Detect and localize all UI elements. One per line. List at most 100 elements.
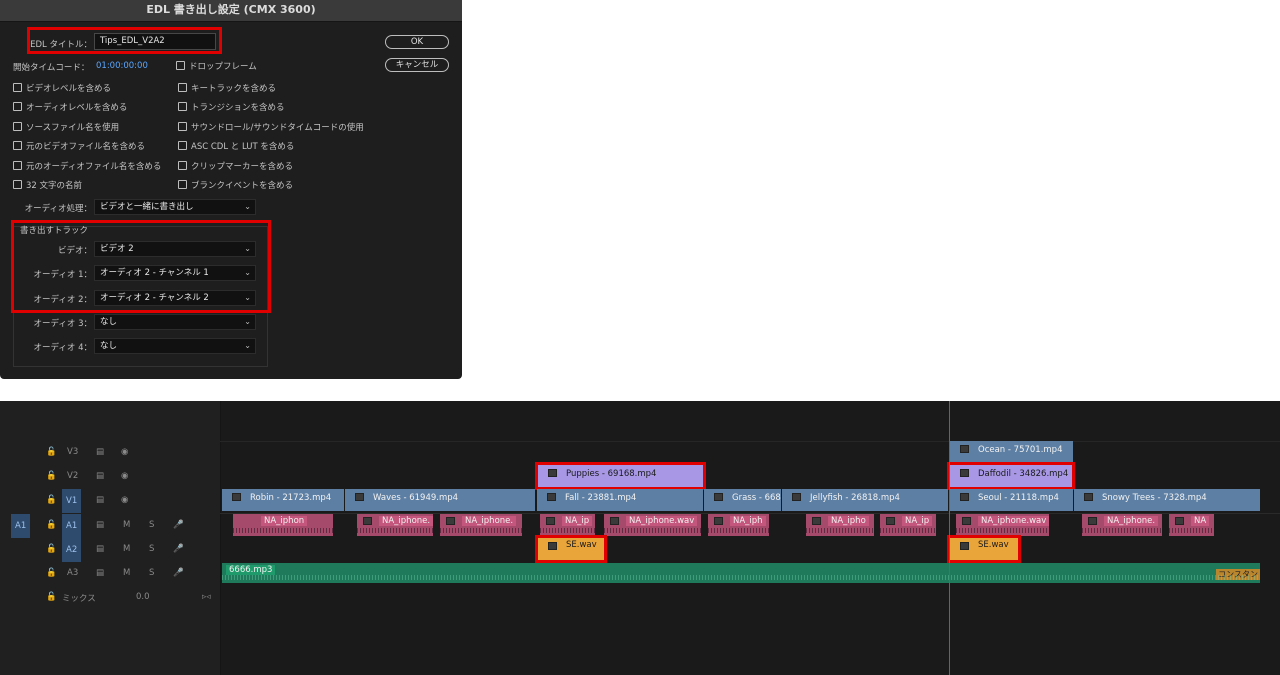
clip-na-iphone-wav[interactable]: NA_iphone.wav [604, 514, 701, 536]
cancel-button[interactable]: キャンセル [385, 58, 449, 72]
clip-na-iphone[interactable]: NA_iphone. [357, 514, 433, 536]
clip-na-iphone[interactable]: NA [1169, 514, 1214, 536]
sync-lock-icon[interactable]: ▤ [96, 447, 104, 457]
clip-na-iphone[interactable]: NA_ip [880, 514, 936, 536]
eye-icon[interactable]: ◉ [121, 495, 128, 505]
clip-fx-icon [363, 517, 372, 525]
clip-na-iphone[interactable]: NA_iph [708, 514, 769, 536]
orig-audio-name-checkbox[interactable] [13, 161, 22, 170]
sync-lock-icon[interactable]: ▤ [96, 495, 104, 505]
audio4-track-select[interactable]: なし ⌄ [94, 338, 256, 354]
orig-video-name-checkbox[interactable] [13, 141, 22, 150]
audio2-track-select[interactable]: オーディオ 2 - チャンネル 2 ⌄ [94, 290, 256, 306]
audio-processing-select[interactable]: ビデオと一緒に書き出し ⌄ [94, 199, 256, 215]
solo-button[interactable]: S [149, 544, 154, 554]
solo-button[interactable]: S [149, 520, 154, 530]
eye-icon[interactable]: ◉ [121, 471, 128, 481]
mix-value[interactable]: 0.0 [136, 592, 150, 602]
clip-name: NA_iph [730, 516, 766, 526]
clip-waves[interactable]: Waves - 61949.mp4 [345, 489, 535, 511]
start-timecode-value[interactable]: 01:00:00:00 [96, 61, 148, 71]
lock-icon[interactable]: 🔓 [46, 592, 57, 602]
source-file-name-label: ソースファイル名を使用 [26, 123, 120, 133]
key-track-label: キートラックを含める [191, 84, 277, 94]
eye-icon[interactable]: ◉ [121, 447, 128, 457]
source-patch-a1[interactable]: A1 [11, 514, 31, 538]
go-to-end-icon[interactable]: ▹◃ [202, 592, 211, 602]
clip-fx-icon [610, 517, 619, 525]
track-label-a3[interactable]: A3 [67, 568, 78, 578]
blank-events-checkbox[interactable] [178, 180, 187, 189]
track-label-a1[interactable]: A1 [62, 514, 82, 538]
video-levels-checkbox[interactable] [13, 83, 22, 92]
drop-frame-checkbox[interactable] [176, 61, 185, 70]
audio4-track-label: オーディオ 4： [33, 343, 92, 353]
lock-icon[interactable]: 🔓 [46, 447, 57, 457]
edl-title-input[interactable]: Tips_EDL_V2A2 [94, 33, 216, 50]
track-label-v2[interactable]: V2 [67, 471, 78, 481]
clip-fall[interactable]: Fall - 23881.mp4 [537, 489, 703, 511]
clip-markers-checkbox[interactable] [178, 161, 187, 170]
track-label-v1[interactable]: V1 [62, 489, 82, 513]
clip-na-iphone[interactable]: NA_iphone. [440, 514, 522, 536]
audio-levels-checkbox[interactable] [13, 102, 22, 111]
clip-music[interactable]: 6666.mp3 コンスタン [222, 563, 1260, 583]
lock-icon[interactable]: 🔓 [46, 495, 57, 505]
sync-lock-icon[interactable]: ▤ [96, 520, 104, 530]
track-header-a3: 🔓 A3 ▤ M S 🎤 [0, 562, 220, 586]
highlight-daffodil [947, 462, 1075, 490]
clip-seoul[interactable]: Seoul - 21118.mp4 [950, 489, 1073, 511]
lock-icon[interactable]: 🔓 [46, 520, 57, 530]
track-label-a2[interactable]: A2 [62, 538, 82, 562]
transitions-checkbox[interactable] [178, 102, 187, 111]
lock-icon[interactable]: 🔓 [46, 568, 57, 578]
clip-grass[interactable]: Grass - 668 [704, 489, 781, 511]
track-label-v3[interactable]: V3 [67, 447, 78, 457]
clip-snowy-trees[interactable]: Snowy Trees - 7328.mp4 [1074, 489, 1260, 511]
lock-icon[interactable]: 🔓 [46, 544, 57, 554]
sync-lock-icon[interactable]: ▤ [96, 544, 104, 554]
key-track-checkbox[interactable] [178, 83, 187, 92]
name-32-checkbox[interactable] [13, 180, 22, 189]
clip-robin[interactable]: Robin - 21723.mp4 [222, 489, 344, 511]
playhead[interactable] [949, 401, 950, 675]
video-track-value: ビデオ 2 [100, 244, 134, 254]
microphone-icon[interactable]: 🎤 [173, 544, 184, 554]
chevron-down-icon: ⌄ [244, 317, 251, 326]
audio1-track-select[interactable]: オーディオ 2 - チャンネル 1 ⌄ [94, 265, 256, 281]
video-track-label: ビデオ： [57, 246, 92, 256]
sound-roll-checkbox[interactable] [178, 122, 187, 131]
clip-na-iphone[interactable]: NA_iphone. [1082, 514, 1162, 536]
sync-lock-icon[interactable]: ▤ [96, 471, 104, 481]
clip-name: Waves - 61949.mp4 [373, 493, 459, 503]
microphone-icon[interactable]: 🎤 [173, 568, 184, 578]
track-header-v3: 🔓 V3 ▤ ◉ [0, 441, 220, 465]
mute-button[interactable]: M [123, 520, 130, 530]
clip-fx-icon [546, 517, 555, 525]
ok-button[interactable]: OK [385, 35, 449, 49]
mute-button[interactable]: M [123, 568, 130, 578]
clip-ocean[interactable]: Ocean - 75701.mp4 [950, 441, 1073, 463]
asc-cdl-checkbox[interactable] [178, 141, 187, 150]
sync-lock-icon[interactable]: ▤ [96, 568, 104, 578]
export-tracks-label: 書き出すトラック [20, 226, 89, 236]
audio2-track-value: オーディオ 2 - チャンネル 2 [100, 293, 209, 303]
clip-fx-icon [1088, 517, 1097, 525]
clip-jellyfish[interactable]: Jellyfish - 26818.mp4 [782, 489, 948, 511]
video-track-select[interactable]: ビデオ 2 ⌄ [94, 241, 256, 257]
audio3-track-select[interactable]: なし ⌄ [94, 314, 256, 330]
solo-button[interactable]: S [149, 568, 154, 578]
mute-button[interactable]: M [123, 544, 130, 554]
microphone-icon[interactable]: 🎤 [173, 520, 184, 530]
dialog-title: EDL 書き出し設定 (CMX 3600) [0, 0, 462, 22]
lock-icon[interactable]: 🔓 [46, 471, 57, 481]
source-file-name-checkbox[interactable] [13, 122, 22, 131]
clip-fx-icon [714, 517, 723, 525]
clip-na-iphone[interactable]: NA_iphon [233, 514, 333, 536]
clip-na-iphone[interactable]: NA_ip [540, 514, 595, 536]
clip-name: NA_ip [562, 516, 593, 526]
clip-na-iphone[interactable]: NA_ipho [806, 514, 874, 536]
clip-na-iphone-wav[interactable]: NA_iphone.wav [956, 514, 1049, 536]
clip-name: Grass - 668 [732, 493, 781, 503]
clip-name: NA_iphone. [379, 516, 433, 526]
